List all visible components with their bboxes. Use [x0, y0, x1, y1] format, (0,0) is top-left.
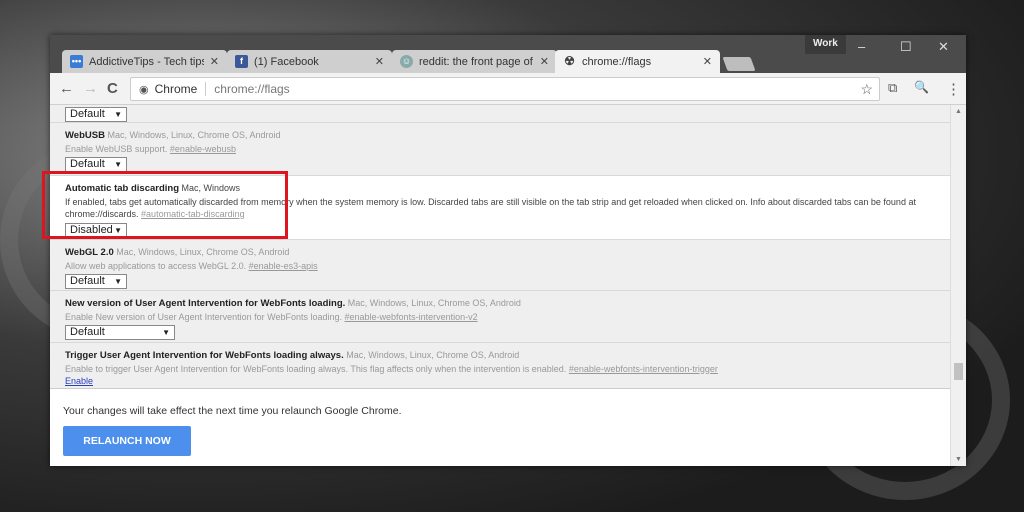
security-chip[interactable]: Chrome: [155, 82, 207, 96]
flag-anchor-link[interactable]: #enable-webfonts-intervention-trigger: [569, 364, 718, 374]
profile-badge[interactable]: Work: [805, 35, 846, 54]
reddit-icon: ☺: [400, 55, 413, 68]
forward-button[interactable]: →: [83, 80, 98, 97]
tab-label: (1) Facebook: [254, 55, 319, 68]
back-button[interactable]: ←: [59, 80, 74, 97]
dropdown-arrow-icon: ▼: [114, 110, 122, 119]
highlight-box: [42, 171, 288, 239]
flag-select[interactable]: Default ▼: [65, 157, 127, 172]
flag-description: Allow web applications to access WebGL 2…: [65, 260, 247, 271]
tab-chrome-flags[interactable]: ☢ chrome://flags ✕: [555, 50, 720, 73]
close-tab-icon[interactable]: ✕: [210, 55, 219, 68]
flag-description: Enable New version of User Agent Interve…: [65, 311, 342, 322]
zoom-icon[interactable]: 🔍: [914, 80, 929, 94]
scrollbar-thumb[interactable]: [954, 363, 963, 380]
radiation-icon: ☢: [564, 54, 575, 68]
tab-addictivetips[interactable]: ••• AddictiveTips - Tech tips ✕: [62, 50, 227, 73]
flags-list: Default ▼ WebUSB Mac, Windows, Linux, Chr…: [50, 105, 950, 388]
menu-icon[interactable]: ⋮: [946, 80, 961, 98]
toolbar: ← → C ◉ Chrome chrome://flags ☆ ⧉ 🔍 ⋮: [50, 73, 966, 105]
flag-title: WebGL 2.0: [65, 247, 114, 258]
select-value: Default: [70, 158, 105, 170]
flag-platforms: Mac, Windows, Linux, Chrome OS, Android: [346, 350, 520, 360]
scroll-up-icon[interactable]: ▲: [955, 108, 962, 115]
flag-platforms: Mac, Windows, Linux, Chrome OS, Android: [107, 130, 281, 140]
flag-description: Enable WebUSB support.: [65, 143, 168, 154]
minimize-button[interactable]: –: [858, 39, 865, 54]
reload-button[interactable]: C: [107, 80, 118, 97]
maximize-button[interactable]: ☐: [900, 39, 912, 55]
relaunch-panel: Your changes will take effect the next t…: [50, 388, 950, 466]
flag-anchor-link[interactable]: #enable-es3-apis: [249, 261, 318, 271]
flag-select[interactable]: Default ▼: [65, 107, 127, 122]
flag-platforms: Mac, Windows, Linux, Chrome OS, Android: [116, 247, 290, 257]
flag-select[interactable]: Default ▼: [65, 274, 127, 289]
flag-select[interactable]: Default ▼: [65, 325, 175, 340]
bookmark-star-icon[interactable]: ☆: [860, 81, 873, 98]
tab-label: chrome://flags: [582, 55, 652, 68]
title-bar: ••• AddictiveTips - Tech tips ✕ f (1) Fa…: [50, 35, 966, 73]
flag-platforms: Mac, Windows, Linux, Chrome OS, Android: [347, 298, 521, 308]
flag-title: New version of User Agent Intervention f…: [65, 298, 346, 309]
flag-description: Enable to trigger User Agent Interventio…: [65, 363, 567, 374]
close-window-button[interactable]: ✕: [938, 39, 949, 55]
tab-reddit[interactable]: ☺ reddit: the front page of ✕: [392, 50, 557, 73]
dropdown-arrow-icon: ▼: [114, 160, 122, 169]
close-tab-icon[interactable]: ✕: [540, 55, 549, 68]
new-tab-button[interactable]: [722, 57, 756, 71]
flag-item-webusb: WebUSB Mac, Windows, Linux, Chrome OS, A…: [50, 122, 950, 175]
cast-icon[interactable]: ⧉: [888, 80, 897, 96]
tab-label: AddictiveTips - Tech tips: [89, 55, 204, 68]
close-tab-icon[interactable]: ✕: [703, 55, 712, 68]
flag-anchor-link[interactable]: #enable-webusb: [170, 144, 236, 154]
flag-title: Trigger User Agent Intervention for WebF…: [65, 350, 344, 361]
relaunch-message: Your changes will take effect the next t…: [63, 405, 402, 417]
flag-title: WebUSB: [65, 130, 105, 141]
chrome-icon: ◉: [139, 83, 149, 96]
url-text[interactable]: chrome://flags: [214, 82, 289, 96]
dropdown-arrow-icon: ▼: [162, 328, 170, 337]
flag-item-webfonts-intervention-v2: New version of User Agent Intervention f…: [50, 290, 950, 342]
close-tab-icon[interactable]: ✕: [375, 55, 384, 68]
flag-anchor-link[interactable]: #enable-webfonts-intervention-v2: [345, 312, 478, 322]
addictivetips-icon: •••: [70, 55, 83, 68]
enable-link[interactable]: Enable: [65, 376, 93, 386]
scroll-down-icon[interactable]: ▼: [955, 456, 962, 463]
flag-item-webgl2: WebGL 2.0 Mac, Windows, Linux, Chrome OS…: [50, 239, 950, 290]
browser-window: ••• AddictiveTips - Tech tips ✕ f (1) Fa…: [42, 35, 966, 466]
tab-label: reddit: the front page of: [419, 55, 533, 68]
select-value: Default: [70, 326, 105, 338]
scrollbar[interactable]: ▲ ▼: [950, 105, 966, 466]
facebook-icon: f: [235, 55, 248, 68]
relaunch-now-button[interactable]: RELAUNCH NOW: [63, 426, 191, 456]
select-value: Default: [70, 275, 105, 287]
dropdown-arrow-icon: ▼: [114, 277, 122, 286]
flag-item-webfonts-intervention-trigger: Trigger User Agent Intervention for WebF…: [50, 342, 950, 388]
select-value: Default: [70, 108, 105, 120]
tab-facebook[interactable]: f (1) Facebook ✕: [227, 50, 392, 73]
address-bar[interactable]: ◉ Chrome chrome://flags ☆: [130, 77, 880, 101]
flag-item: Default ▼: [50, 105, 950, 122]
